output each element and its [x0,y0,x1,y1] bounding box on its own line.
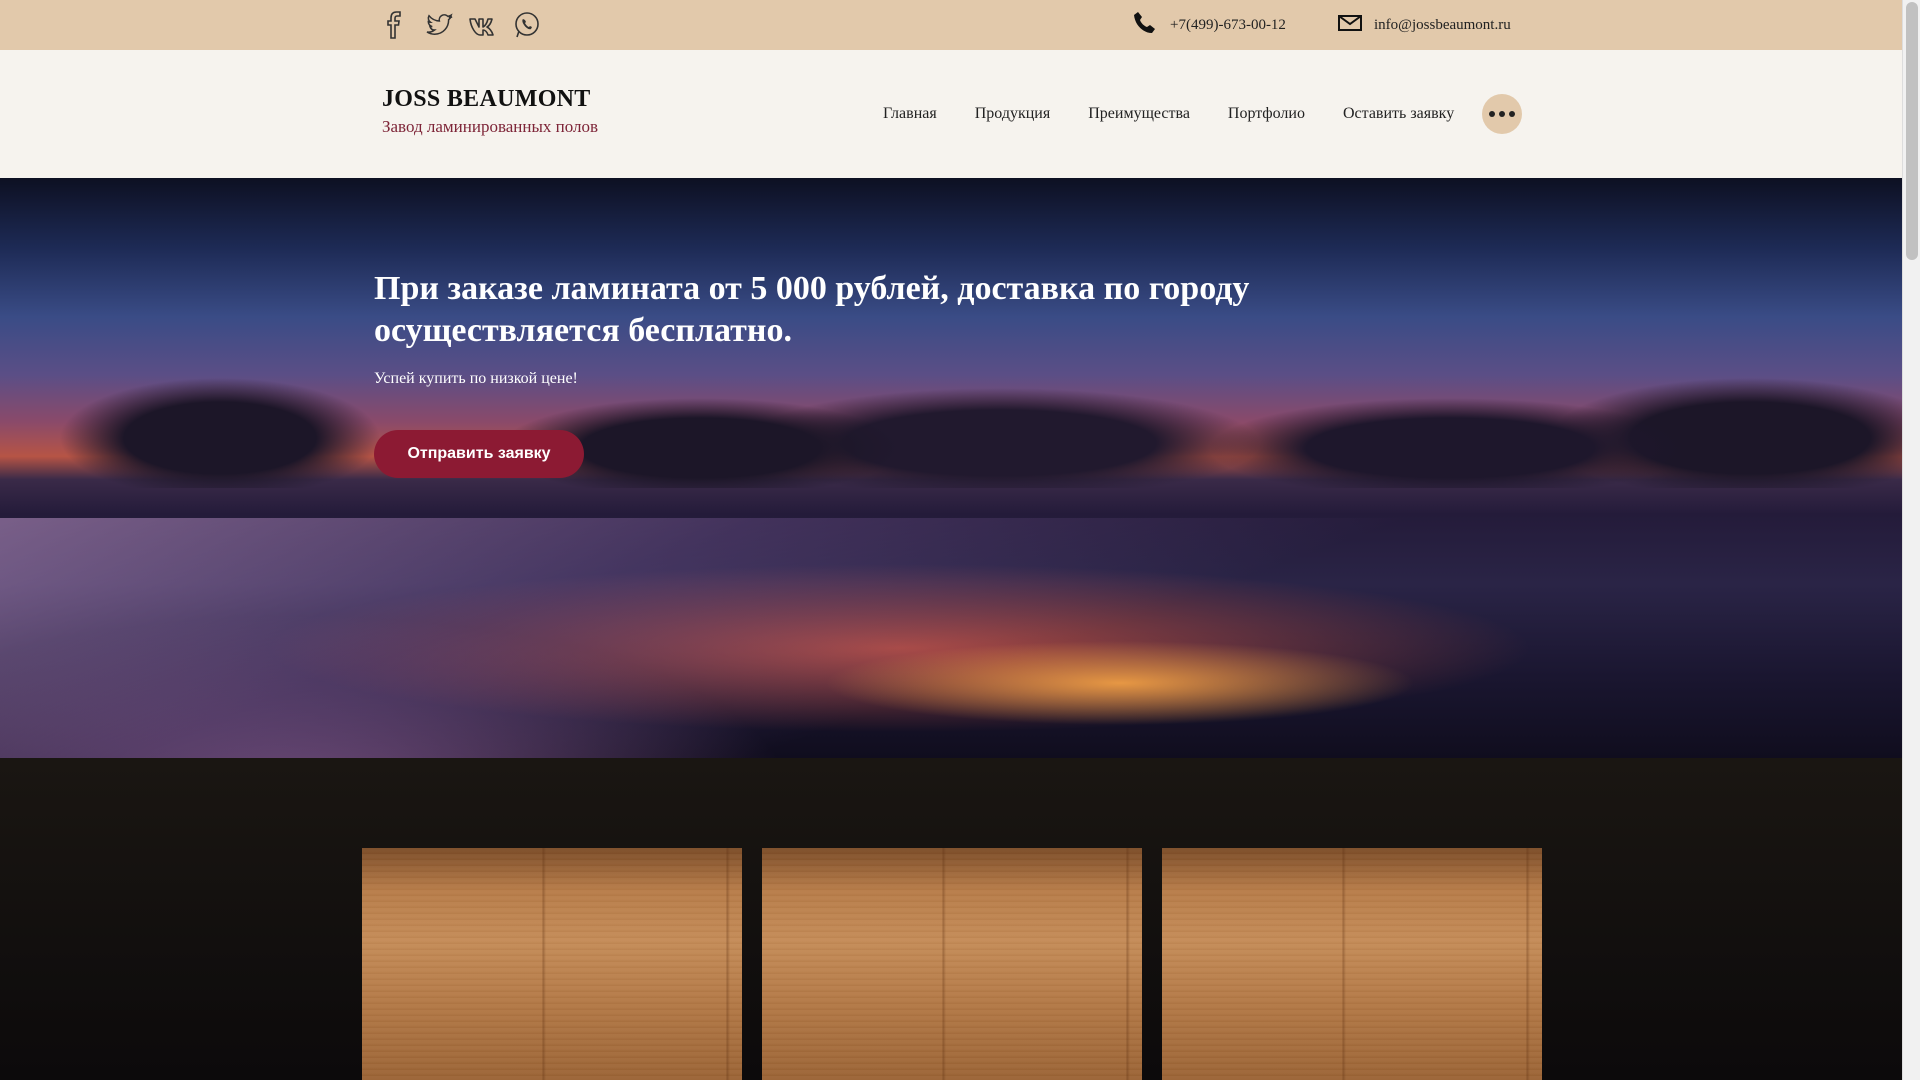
product-card[interactable] [1162,848,1542,1080]
hero-title: При заказе ламината от 5 000 рублей, дос… [374,270,1250,349]
page-scrollbar[interactable] [1902,0,1920,1080]
vk-icon[interactable] [468,10,498,40]
hero-shore [0,518,1902,758]
facebook-icon[interactable] [380,10,410,40]
nav-item-request[interactable]: Оставить заявку [1343,105,1454,123]
brand-logo[interactable]: JOSS BEAUMONT Завод ламинированных полов [382,86,598,137]
brand-subtitle: Завод ламинированных полов [382,117,599,136]
products-section [0,758,1902,1080]
social-links [380,10,542,40]
hero-banner: При заказе ламината от 5 000 рублей, дос… [0,178,1902,758]
top-bar: +7(499)-673-00-12 info@jossbeaumont.ru [0,0,1902,50]
more-menu-button[interactable] [1482,94,1522,134]
scrollbar-thumb[interactable] [1906,2,1918,260]
whatsapp-icon[interactable] [512,10,542,40]
nav-item-advantages[interactable]: Преимущества [1088,105,1190,123]
phone-number[interactable]: +7(499)-673-00-12 [1170,17,1286,34]
phone-contact[interactable]: +7(499)-673-00-12 [1132,0,1286,50]
hero-subtitle: Успей купить по низкой цене! [374,370,578,387]
nav-item-home[interactable]: Главная [883,105,937,123]
mail-icon [1338,14,1362,37]
main-nav: Главная Продукция Преимущества Портфолио… [883,50,1492,178]
phone-icon [1132,10,1158,41]
more-dots-icon [1489,111,1495,117]
twitter-icon[interactable] [424,10,454,40]
hero-clouds [0,378,1902,488]
send-request-button[interactable]: Отправить заявку [374,430,584,478]
email-contact[interactable]: info@jossbeaumont.ru [1338,0,1511,50]
product-card[interactable] [762,848,1142,1080]
product-card[interactable] [362,848,742,1080]
nav-item-products[interactable]: Продукция [975,105,1051,123]
email-address[interactable]: info@jossbeaumont.ru [1374,17,1511,34]
brand-name: JOSS BEAUMONT [382,86,591,112]
nav-item-portfolio[interactable]: Портфолио [1228,105,1305,123]
site-header: JOSS BEAUMONT Завод ламинированных полов… [0,50,1902,178]
